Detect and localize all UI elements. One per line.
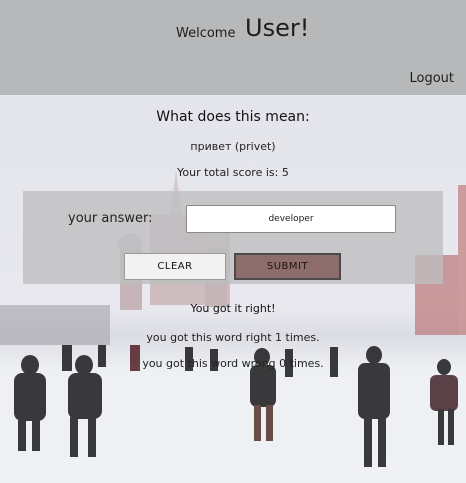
answer-input[interactable]	[186, 205, 396, 233]
background-photo	[0, 95, 466, 483]
stats-wrong: you got this word wrong 0 times.	[142, 357, 324, 370]
quiz-word: привет (privet)	[190, 140, 276, 153]
submit-button[interactable]: SUBMIT	[234, 253, 341, 280]
result-message: You got it right!	[190, 302, 276, 315]
header-bar: Welcome User! Logout	[0, 0, 466, 95]
logout-link[interactable]: Logout	[409, 71, 454, 86]
clear-button[interactable]: CLEAR	[124, 253, 226, 280]
answer-label: your answer:	[68, 211, 153, 226]
stats-right: you got this word right 1 times.	[146, 331, 320, 344]
total-score: Your total score is: 5	[177, 166, 289, 179]
question-heading: What does this mean:	[156, 109, 310, 125]
user-name: User!	[245, 14, 310, 42]
welcome-text: Welcome	[176, 26, 236, 41]
